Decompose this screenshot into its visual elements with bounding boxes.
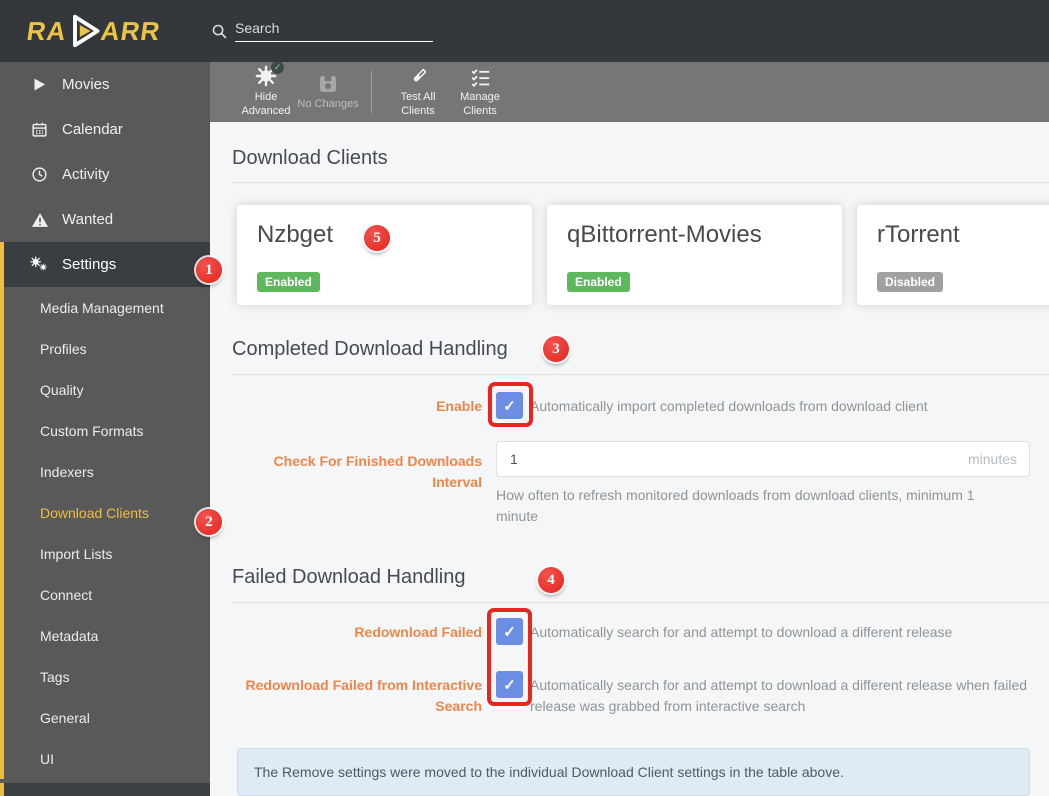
sidebar-item-label: Settings: [62, 256, 117, 273]
logo-text-right: ARR: [98, 15, 163, 46]
sidebar-item-tags[interactable]: Tags: [4, 656, 210, 697]
client-card-qbittorrent-movies[interactable]: qBittorrent-Movies Enabled: [547, 205, 842, 305]
setting-row-enable: Enable Automatically import completed do…: [232, 392, 1049, 419]
calendar-icon: [30, 121, 49, 138]
download-client-cards: Nzbget Enabled qBittorrent-Movies Enable…: [237, 205, 1049, 305]
sidebar-item-label: Activity: [62, 166, 110, 183]
sidebar-item-media-management[interactable]: Media Management: [4, 287, 210, 328]
toolbar-separator: [371, 71, 372, 113]
page-toolbar: ✓ Hide Advanced No Changes Test All Clie…: [210, 61, 1049, 122]
page-title: Download Clients: [232, 147, 388, 169]
setting-label: Check For Finished Downloads Interval: [273, 453, 482, 490]
sidebar-item-quality[interactable]: Quality: [4, 369, 210, 410]
manage-clients-button[interactable]: Manage Clients: [449, 65, 511, 119]
sidebar-item-label: Calendar: [62, 121, 123, 138]
search-box: [211, 20, 433, 42]
info-alert-text: The Remove settings were moved to the in…: [254, 764, 844, 780]
setting-label: Redownload Failed from Interactive Searc…: [245, 677, 483, 714]
sidebar: Movies Calendar Activity Wanted Settings…: [0, 62, 210, 796]
enable-checkbox[interactable]: [496, 392, 523, 419]
logo-text-left: RA: [24, 15, 69, 46]
redownload-failed-checkbox[interactable]: [496, 618, 523, 645]
no-changes-save-button[interactable]: No Changes: [297, 72, 359, 112]
sidebar-item-label: Movies: [62, 76, 110, 93]
top-header: RA ARR: [0, 0, 1049, 62]
radarr-app: RA ARR Movies: [0, 0, 1049, 796]
section-divider: [232, 374, 1049, 375]
status-badge: Enabled: [257, 272, 320, 292]
test-all-clients-button[interactable]: Test All Clients: [387, 65, 449, 119]
settings-subnav: Media Management Profiles Quality Custom…: [0, 287, 210, 779]
title-divider: [232, 182, 1049, 183]
setting-help-text: Automatically search for and attempt to …: [530, 677, 1028, 714]
setting-help-text: Automatically search for and attempt to …: [530, 624, 953, 640]
status-badge: Enabled: [567, 272, 630, 292]
sidebar-item-ui[interactable]: UI: [4, 738, 210, 779]
sidebar-item-settings[interactable]: Settings: [0, 242, 210, 287]
section-title-completed-download-handling: Completed Download Handling: [232, 338, 508, 360]
play-icon: [30, 77, 49, 92]
sidebar-item-activity[interactable]: Activity: [0, 152, 210, 197]
sidebar-item-indexers[interactable]: Indexers: [4, 451, 210, 492]
sidebar-item-profiles[interactable]: Profiles: [4, 328, 210, 369]
hide-advanced-button[interactable]: ✓ Hide Advanced: [235, 61, 297, 119]
sidebar-item-metadata[interactable]: Metadata: [4, 615, 210, 656]
clock-icon: [30, 166, 49, 183]
client-name: qBittorrent-Movies: [567, 221, 762, 248]
sidebar-item-connect[interactable]: Connect: [4, 574, 210, 615]
sidebar-item-general[interactable]: General: [4, 697, 210, 738]
save-icon: [318, 72, 338, 94]
search-icon: [211, 23, 228, 40]
info-alert: The Remove settings were moved to the in…: [237, 748, 1030, 796]
setting-row-redownload-failed-interactive: Redownload Failed from Interactive Searc…: [232, 671, 1049, 717]
section-divider: [232, 602, 1049, 603]
setting-label: Enable: [436, 398, 482, 414]
sidebar-item-calendar[interactable]: Calendar: [0, 107, 210, 152]
settings-content: Download Clients Nzbget Enabled qBittorr…: [210, 122, 1049, 796]
sidebar-bottom-strip: [0, 783, 210, 796]
setting-help-text: Automatically import completed downloads…: [530, 398, 928, 414]
play-logo-icon: [66, 11, 102, 51]
redownload-failed-interactive-checkbox[interactable]: [496, 671, 523, 698]
sidebar-item-movies[interactable]: Movies: [0, 62, 210, 107]
section-title-failed-download-handling: Failed Download Handling: [232, 566, 466, 588]
client-name: rTorrent: [877, 221, 960, 248]
setting-label: Redownload Failed: [354, 624, 482, 640]
search-input[interactable]: [235, 20, 433, 36]
client-card-rtorrent[interactable]: rTorrent Disabled: [857, 205, 1049, 305]
sidebar-item-import-lists[interactable]: Import Lists: [4, 533, 210, 574]
green-check-badge-icon: ✓: [271, 61, 284, 75]
radarr-logo[interactable]: RA ARR: [0, 11, 210, 51]
sidebar-item-download-clients[interactable]: Download Clients: [4, 492, 210, 533]
sidebar-item-label: Wanted: [62, 211, 114, 228]
client-card-nzbget[interactable]: Nzbget Enabled: [237, 205, 532, 305]
test-tube-icon: [408, 65, 429, 87]
interval-input[interactable]: [496, 441, 1030, 477]
setting-row-check-interval: Check For Finished Downloads Interval mi…: [232, 441, 1049, 527]
setting-row-redownload-failed: Redownload Failed Automatically search f…: [232, 618, 1049, 645]
status-badge: Disabled: [877, 272, 944, 292]
advanced-gear-check-icon: ✓: [255, 61, 284, 87]
setting-help-text: How often to refresh monitored downloads…: [496, 487, 975, 524]
list-check-icon: [470, 65, 491, 88]
sidebar-item-custom-formats[interactable]: Custom Formats: [4, 410, 210, 451]
gears-icon: [30, 255, 49, 274]
client-name: Nzbget: [257, 221, 334, 248]
sidebar-item-wanted[interactable]: Wanted: [0, 197, 210, 242]
warning-triangle-icon: [30, 212, 49, 228]
